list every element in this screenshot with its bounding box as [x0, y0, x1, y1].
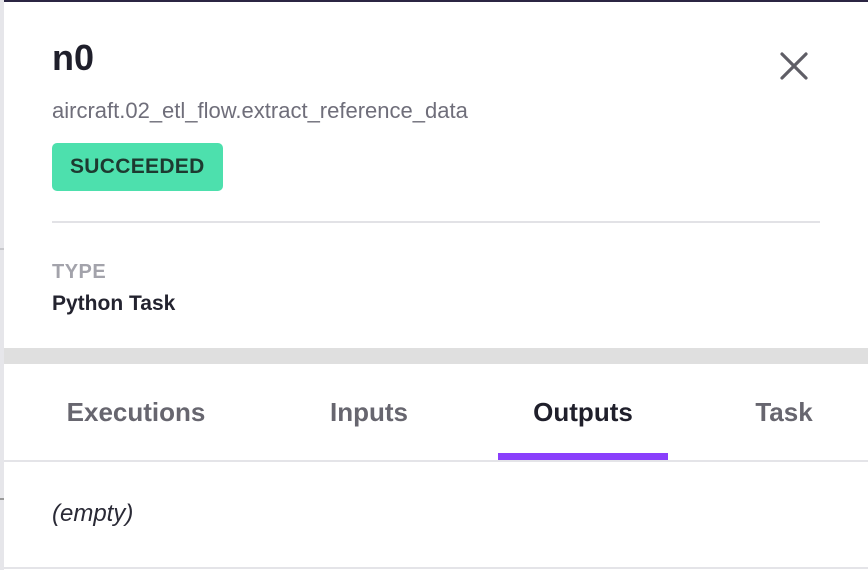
- outputs-content: (empty): [4, 462, 868, 568]
- close-icon: [780, 52, 808, 80]
- header-divider: [52, 221, 820, 223]
- content-divider: [4, 567, 868, 569]
- close-button[interactable]: [776, 48, 812, 84]
- tab-outputs[interactable]: Outputs: [498, 364, 668, 460]
- active-tab-indicator: [498, 453, 668, 460]
- tab-executions[interactable]: Executions: [44, 364, 228, 460]
- type-value: Python Task: [52, 292, 176, 315]
- type-label: TYPE: [52, 261, 107, 283]
- node-title: n0: [52, 37, 95, 78]
- empty-outputs-text: (empty): [52, 500, 134, 527]
- section-separator: [4, 348, 868, 364]
- tab-task[interactable]: Task: [734, 364, 834, 460]
- tab-bar: Executions Inputs Outputs Task: [4, 364, 868, 460]
- tab-inputs[interactable]: Inputs: [304, 364, 434, 460]
- node-details-header: n0 aircraft.02_etl_flow.extract_referenc…: [4, 2, 868, 348]
- node-path: aircraft.02_etl_flow.extract_reference_d…: [52, 98, 468, 123]
- status-badge: SUCCEEDED: [52, 143, 223, 191]
